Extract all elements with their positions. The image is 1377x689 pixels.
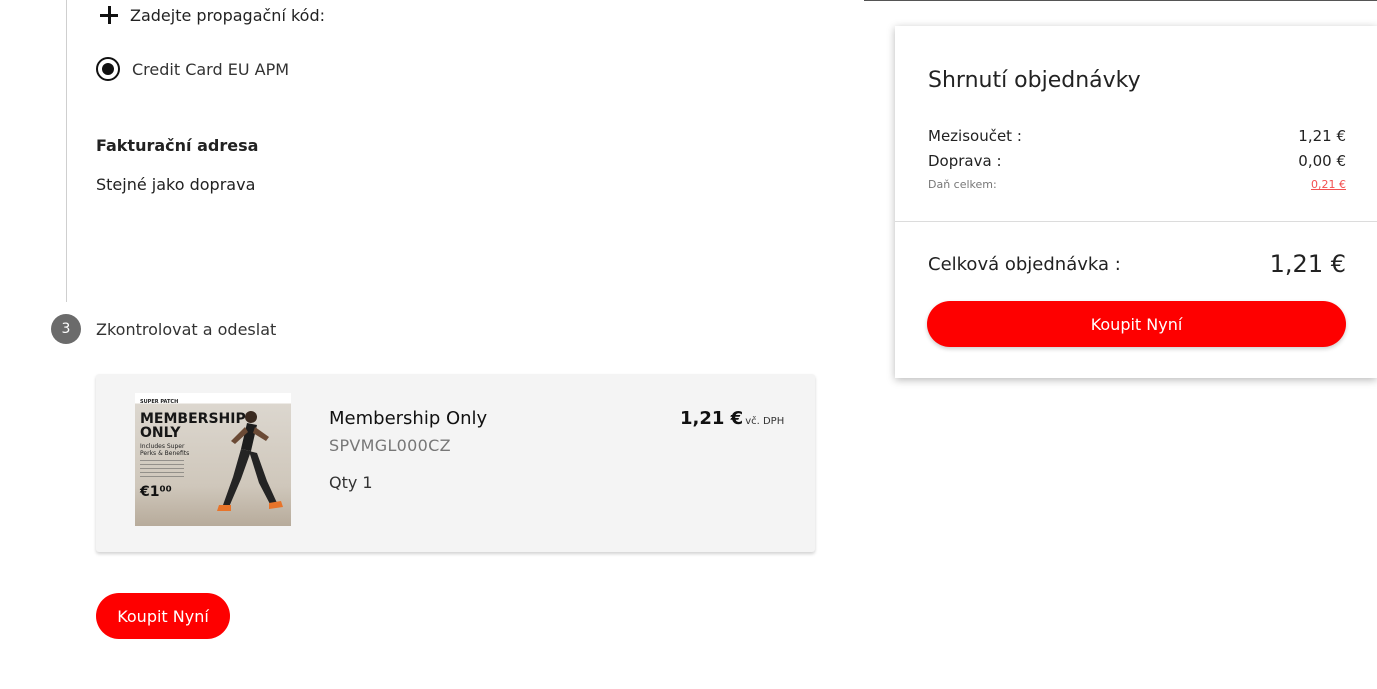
runner-figure-icon	[217, 411, 283, 511]
step-review-header: 3 Zkontrolovat a odeslat	[51, 314, 276, 344]
shipping-label: Doprava :	[928, 152, 1002, 170]
product-image-price: €1⁰⁰	[140, 484, 172, 500]
promo-code-label: Zadejte propagační kód:	[130, 5, 326, 25]
payment-method-label: Credit Card EU APM	[132, 59, 290, 79]
billing-address-value: Stejné jako doprava	[96, 175, 256, 194]
product-image-subtitle: Includes Super Perks & Benefits	[140, 443, 190, 457]
product-card: SUPER PATCH MEMBERSHIP ONLY Includes Sup…	[96, 374, 815, 552]
order-summary-card: Shrnutí objednávky Mezisoučet : 1,21 € D…	[895, 26, 1377, 378]
product-image: SUPER PATCH MEMBERSHIP ONLY Includes Sup…	[135, 393, 291, 526]
buy-now-button[interactable]: Koupit Nyní	[96, 593, 230, 639]
tax-label: Daň celkem:	[928, 178, 997, 191]
payment-method-option[interactable]: Credit Card EU APM	[96, 57, 289, 81]
shipping-value: 0,00 €	[1298, 152, 1346, 170]
summary-buy-now-button[interactable]: Koupit Nyní	[927, 301, 1346, 347]
radio-selected-icon[interactable]	[96, 57, 120, 81]
summary-title: Shrnutí objednávky	[928, 68, 1141, 93]
tax-value-link[interactable]: 0,21 €	[1311, 178, 1346, 191]
checkout-main-panel: Zadejte propagační kód: Credit Card EU A…	[0, 0, 864, 689]
total-value: 1,21 €	[1269, 250, 1346, 278]
total-label: Celková objednávka :	[928, 253, 1121, 275]
summary-divider	[895, 221, 1377, 222]
product-image-fineprint	[140, 460, 184, 478]
step-number-badge: 3	[51, 314, 81, 344]
billing-address-heading: Fakturační adresa	[96, 136, 259, 155]
product-price: 1,21 € vč. DPH	[680, 408, 784, 429]
product-tax-note: vč. DPH	[745, 416, 785, 427]
shipping-row: Doprava : 0,00 €	[928, 152, 1346, 170]
step-connector-line	[66, 0, 67, 302]
plus-icon	[100, 6, 118, 24]
subtotal-row: Mezisoučet : 1,21 €	[928, 127, 1346, 145]
step-title: Zkontrolovat a odeslat	[96, 319, 277, 339]
product-quantity: Qty 1	[329, 473, 373, 492]
product-price-value: 1,21 €	[680, 408, 744, 429]
promo-code-toggle[interactable]: Zadejte propagační kód:	[100, 2, 325, 28]
product-sku: SPVMGL000CZ	[329, 436, 451, 455]
tax-row: Daň celkem: 0,21 €	[928, 178, 1346, 191]
subtotal-label: Mezisoučet :	[928, 127, 1022, 145]
product-name: Membership Only	[329, 408, 488, 429]
total-row: Celková objednávka : 1,21 €	[928, 250, 1346, 278]
product-image-brand: SUPER PATCH	[140, 399, 179, 405]
subtotal-value: 1,21 €	[1298, 127, 1346, 145]
